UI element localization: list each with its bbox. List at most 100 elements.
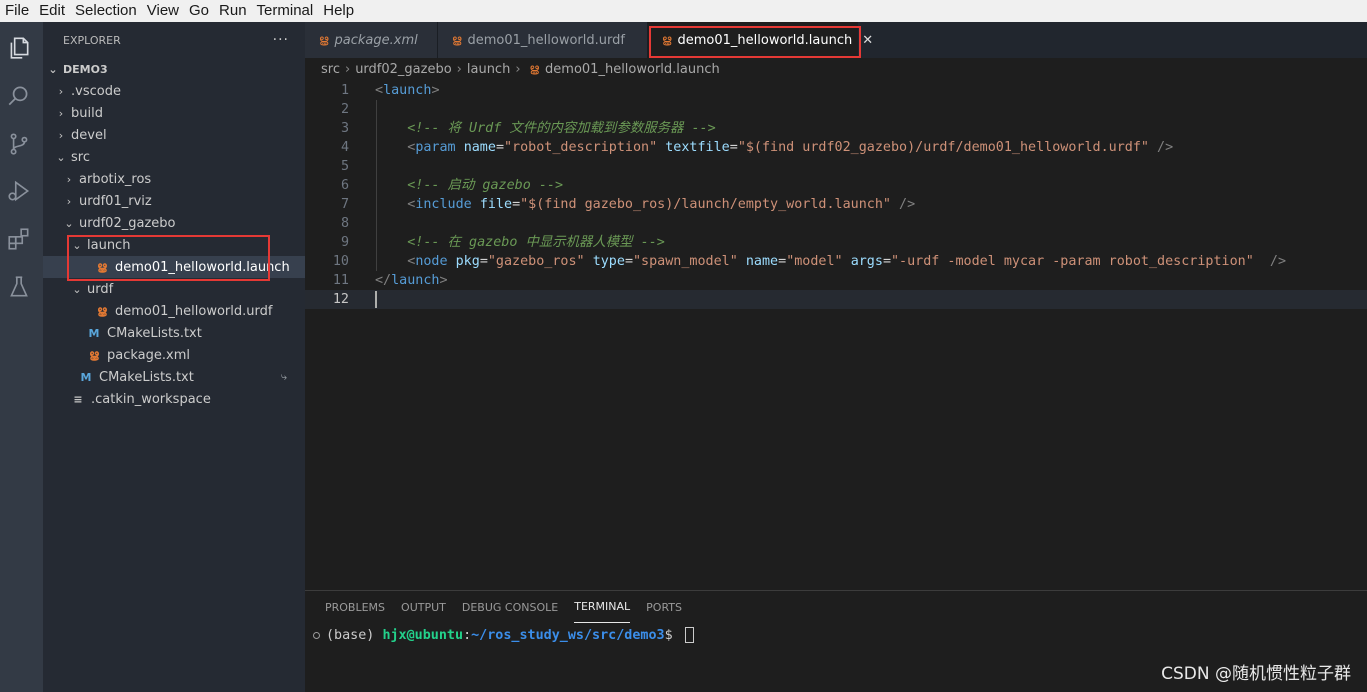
tab-demo01-helloworld-urdf[interactable]: ൠ demo01_helloworld.urdf — [438, 22, 648, 58]
menu-file[interactable]: File — [0, 0, 34, 22]
text-file-icon: ≡ — [73, 392, 83, 406]
tree-item-label: package.xml — [107, 347, 190, 363]
menu-run[interactable]: Run — [214, 0, 252, 22]
panel-tab-ports[interactable]: PORTS — [646, 591, 682, 623]
panel-tab-problems[interactable]: PROBLEMS — [325, 591, 385, 623]
code-line: 4 <param name="robot_description" textfi… — [305, 138, 1367, 157]
code-token: pkg — [455, 254, 480, 269]
line-number: 9 — [340, 235, 349, 250]
breadcrumb: src › urdf02_gazebo › launch › ൠ demo01_hellowo… — [305, 58, 1367, 80]
terminal-output[interactable]: (base) hjx@ubuntu : ~/ros_study_ws/src/d… — [313, 627, 694, 643]
code-token: name — [463, 140, 496, 155]
file-cmakelists-txt[interactable]: M CMakeLists.txt — [43, 322, 305, 344]
close-icon[interactable]: ✕ — [862, 33, 873, 48]
code-line: 12 — [305, 290, 1367, 309]
code-token: launch — [391, 273, 440, 288]
source-control-icon[interactable] — [5, 130, 33, 158]
panel-tab-output[interactable]: OUTPUT — [401, 591, 446, 623]
code-token: = — [495, 140, 504, 155]
breadcrumb-item[interactable]: urdf02_gazebo — [355, 62, 451, 77]
file-cmakelists-txt[interactable]: M CMakeLists.txt ⤷ — [43, 366, 305, 388]
folder-arbotix-ros[interactable]: › arbotix_ros — [43, 168, 305, 190]
code-token: = — [882, 254, 891, 269]
panel-tabs: PROBLEMS OUTPUT DEBUG CONSOLE TERMINAL PORTS — [305, 591, 1367, 623]
highlight-box-launch-folder — [67, 235, 270, 281]
rss-file-icon: ൠ — [529, 62, 540, 75]
code-token: /> — [899, 197, 916, 212]
code-text: <!-- 启动 gazebo --> — [375, 176, 563, 195]
terminal-user: hjx@ubuntu — [382, 627, 464, 643]
file--catkin-workspace[interactable]: ≡ .catkin_workspace — [43, 388, 305, 410]
file-demo01-helloworld-urdf[interactable]: ൠ demo01_helloworld.urdf — [43, 300, 305, 322]
terminal-prompt: $ — [664, 627, 681, 643]
folder-src[interactable]: ⌄ src — [43, 146, 305, 168]
code-token: "gazebo_ros" — [487, 254, 585, 269]
breadcrumb-item[interactable]: src — [321, 62, 340, 77]
folder-urdf01-rviz[interactable]: › urdf01_rviz — [43, 190, 305, 212]
terminal-env: (base) — [326, 627, 383, 643]
code-token: node — [415, 254, 448, 269]
folder--vscode[interactable]: › .vscode — [43, 80, 305, 102]
folder-devel[interactable]: › devel — [43, 124, 305, 146]
chevron-right-icon: › — [66, 172, 72, 186]
menu-view[interactable]: View — [142, 0, 184, 22]
chevron-right-icon: › — [456, 61, 462, 77]
breadcrumb-item[interactable]: demo01_helloworld.launch — [545, 62, 720, 77]
menu-selection[interactable]: Selection — [70, 0, 142, 22]
more-actions-icon[interactable]: ··· — [273, 32, 289, 48]
panel-tab-debug-console[interactable]: DEBUG CONSOLE — [462, 591, 558, 623]
search-icon[interactable] — [5, 82, 33, 110]
extensions-icon[interactable] — [5, 225, 33, 253]
tab-package-xml[interactable]: ൠ package.xml — [305, 22, 438, 58]
chevron-right-icon: › — [515, 61, 521, 77]
bottom-panel: PROBLEMS OUTPUT DEBUG CONSOLE TERMINAL PORTS… — [305, 590, 1367, 692]
panel-tab-terminal[interactable]: TERMINAL — [574, 591, 631, 623]
workspace-label: DEMO3 — [63, 62, 108, 76]
code-line: 2 — [305, 100, 1367, 119]
testing-flask-icon[interactable] — [5, 273, 33, 301]
code-token: <!-- 启动 gazebo --> — [407, 178, 564, 193]
folder-build[interactable]: › build — [43, 102, 305, 124]
line-number: 5 — [340, 159, 349, 174]
workspace-root[interactable]: ⌄ DEMO3 — [43, 58, 305, 80]
breadcrumb-item[interactable]: launch — [467, 62, 510, 77]
vscode-window: File Edit Selection View Go Run Terminal Help E… — [0, 0, 1367, 692]
tab-label: package.xml — [334, 32, 418, 48]
code-line: 11 </launch> — [305, 271, 1367, 290]
chevron-down-icon: ⌄ — [56, 150, 66, 164]
code-line: 8 — [305, 214, 1367, 233]
watermark: CSDN @随机惯性粒子群 — [1161, 664, 1351, 684]
tree-item-label: .vscode — [71, 83, 121, 99]
code-text — [375, 290, 377, 309]
line-number: 7 — [340, 197, 349, 212]
run-debug-icon[interactable] — [5, 177, 33, 205]
files-icon[interactable] — [5, 34, 33, 62]
menu-terminal[interactable]: Terminal — [252, 0, 319, 22]
folder-urdf02-gazebo[interactable]: ⌄ urdf02_gazebo — [43, 212, 305, 234]
code-token: file — [479, 197, 513, 212]
code-line: 3 <!-- 将 Urdf 文件的内容加载到参数服务器 --> — [305, 119, 1367, 138]
file-package-xml[interactable]: ൠ package.xml — [43, 344, 305, 366]
folder-urdf[interactable]: ⌄ urdf — [43, 278, 305, 300]
code-token: "-urdf -model mycar -param robot_descrip… — [891, 254, 1254, 269]
activity-bar — [0, 22, 43, 692]
rss-file-icon: ൠ — [452, 33, 462, 46]
chevron-right-icon: › — [344, 61, 351, 77]
menu-bar: File Edit Selection View Go Run Terminal Help — [0, 0, 1367, 22]
terminal-colon: : — [463, 627, 472, 643]
chevron-down-icon: ⌄ — [64, 216, 74, 230]
menu-edit[interactable]: Edit — [34, 0, 70, 22]
menu-go[interactable]: Go — [184, 0, 214, 22]
code-editor[interactable]: 1 <launch> 2 3 <!-- 将 Urdf 文件的内容加载到参数服务器 --… — [305, 80, 1367, 590]
code-token: "model" — [786, 254, 843, 269]
menu-help[interactable]: Help — [318, 0, 359, 22]
code-line: 5 — [305, 157, 1367, 176]
terminal-path: ~/ros_study_ws/src/demo3 — [471, 627, 665, 643]
code-text: </launch> — [375, 271, 448, 290]
